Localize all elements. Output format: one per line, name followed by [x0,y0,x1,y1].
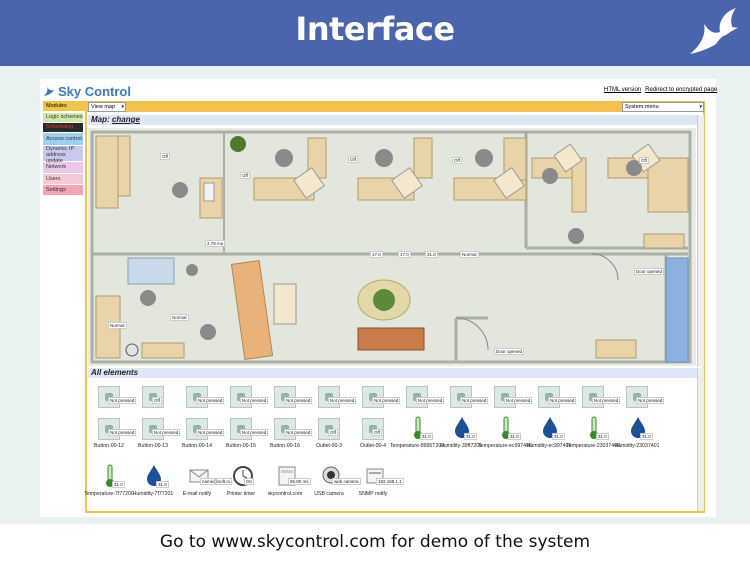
temperature-value: 31.0 [420,433,433,440]
encrypted-page-link[interactable]: Redirect to encrypted page [645,87,717,93]
banner-title: Interface [295,10,455,48]
elements-scrollbar[interactable] [697,368,704,511]
sky-control-logo[interactable]: Sky Control [43,82,131,100]
bird-logo-icon [690,8,738,54]
html-version-link[interactable]: HTML version [604,87,641,93]
element-status: Not pressed [108,397,137,404]
element-status: Not pressed [416,397,445,404]
sidebar-item[interactable]: Dynamic IP address update [43,146,83,164]
element-status: Not pressed [372,397,401,404]
door-status[interactable]: Door opened [494,348,525,355]
chevron-down-icon: ▾ [699,104,702,110]
device-status-off[interactable]: Off [639,157,649,164]
element-status: web camera [332,478,361,485]
element-status: Not pressed [636,397,665,404]
humidity-value: 31.0 [552,433,565,440]
element-status: Not pressed [284,397,313,404]
sensor-status-normal[interactable]: Normal [170,314,189,321]
humidity-value: 31.0 [640,433,653,440]
element-status: Off [372,429,382,436]
temperature-value[interactable]: 17.0 [370,251,383,258]
map-scrollbar[interactable] [697,115,704,367]
element-status: Not pressed [108,429,137,436]
map-header-label: Map: [91,115,110,124]
element-status: Not pressed [152,429,181,436]
sensor-status-normal[interactable]: Normal [460,251,479,258]
sidebar-item[interactable]: Logic schemes [43,113,83,122]
modules-heading: Modules [43,101,86,111]
element-status: Not pressed [592,397,621,404]
element-status: Not pressed [196,429,225,436]
temperature-value: 31.0 [596,433,609,440]
logo-bird-icon [44,87,54,96]
element-status: Off [152,397,162,404]
top-links: HTML version Redirect to encrypted page [600,87,717,93]
element-label: SNMP notify [358,491,388,497]
footer-text: Go to www.skycontrol.com for demo of the… [159,532,591,552]
map-header: Map: change [88,115,697,125]
element-status: Not pressed [460,397,489,404]
element-label: Humidity-23037401 [614,443,660,449]
main-toolbar [85,101,705,112]
sidebar-item[interactable]: Scheduling [43,123,83,132]
element-status: Not pressed [196,397,225,404]
element-status: Not pressed [284,429,313,436]
element-status: Not pressed [328,397,357,404]
sidebar-item[interactable]: Settings [43,185,83,195]
sidebar-item[interactable]: Access control [43,133,83,145]
device-status-off[interactable]: Off [348,156,358,163]
element-status: Not pressed [240,397,269,404]
elements-header: All elements [88,368,697,378]
sidebar-item[interactable]: Network [43,162,83,173]
temperature-value: 31.0 [112,481,125,488]
temperature-value[interactable]: 31.0 [425,251,438,258]
system-menu-value: System menu [625,104,659,110]
humidity-value: 31.0 [464,433,477,440]
element-status: 86.80 ms [288,478,311,485]
banner: Interface [0,0,750,66]
element-status: Not pressed [504,397,533,404]
humidity-value: 31.0 [156,481,169,488]
device-status-off[interactable]: Off [452,157,462,164]
system-menu-select[interactable]: System menu ▾ [622,102,704,112]
footer: Go to www.skycontrol.com for demo of the… [0,524,750,563]
temperature-value: 31.0 [508,433,521,440]
element-status: Off [328,429,338,436]
logo-text: Sky Control [58,83,131,99]
element-status: Not pressed [548,397,577,404]
device-status-off[interactable]: Off [160,153,170,160]
view-select[interactable]: View map ▾ [88,102,126,112]
device-status-off[interactable]: Off [240,172,250,179]
humidity-value[interactable]: 17.0 [398,251,411,258]
map-change-link[interactable]: change [112,115,140,124]
sensor-status-normal[interactable]: Normal [108,322,127,329]
floor-plan-map [88,128,696,366]
sidebar-item[interactable]: Users [43,174,83,184]
chevron-down-icon: ▾ [121,104,124,110]
element-status: Not pressed [240,429,269,436]
door-status[interactable]: Door opened [634,268,665,275]
element-status: On [244,478,255,485]
view-select-value: View map [91,104,116,110]
device-value[interactable]: 2.79 mu [205,240,226,247]
element-status: name@soft.ru [200,478,233,485]
element-status: 192.168.1.1 [376,478,404,485]
